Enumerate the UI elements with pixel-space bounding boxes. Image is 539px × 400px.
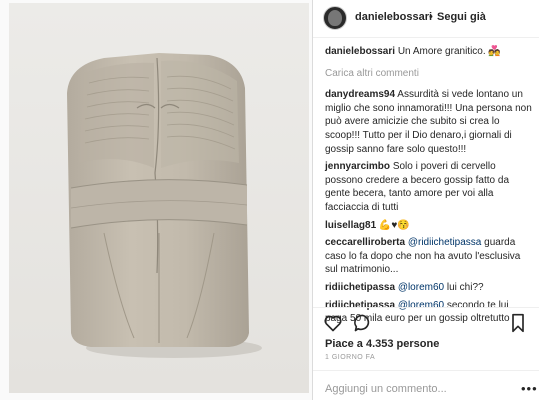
comment-item: ridiichetipassa @lorem60 lui chi?? <box>325 281 533 295</box>
comments-list: danielebossari Un Amore granitico. 💑 Car… <box>325 45 533 326</box>
comment-username[interactable]: luisellag81 <box>325 220 376 231</box>
comment-username[interactable]: ceccarelliroberta <box>325 237 405 248</box>
follow-button[interactable]: Segui già <box>437 11 486 23</box>
comment-mention[interactable]: @lorem60 <box>398 300 444 311</box>
sculpture-image <box>9 3 309 393</box>
post-header: danielebossari • Segui già <box>313 0 539 37</box>
comment-item: luisellag81 💪♥😚 <box>325 219 533 233</box>
comment-item: danydreams94 Assurdità si vede lontano u… <box>325 88 533 156</box>
heart-icon[interactable] <box>323 313 343 338</box>
header-username[interactable]: danielebossari <box>355 11 432 23</box>
comment-username[interactable]: ridiichetipassa <box>325 300 395 311</box>
add-comment-input[interactable]: Aggiungi un commento... <box>325 383 447 395</box>
options-icon[interactable]: ••• <box>521 381 538 396</box>
comment-item: ceccarelliroberta @ridiichetipassa guard… <box>325 236 533 277</box>
caption-text: Un Amore granitico. 💑 <box>397 46 501 57</box>
comment-username[interactable]: jennyarcimbo <box>325 161 390 172</box>
comment-text: lui chi?? <box>446 281 484 293</box>
caption-username[interactable]: danielebossari <box>325 46 395 57</box>
comment-mention[interactable]: @lorem60 <box>398 282 444 293</box>
load-more-comments[interactable]: Carica altri commenti <box>325 67 533 81</box>
header-separator: • <box>429 11 433 23</box>
comment-icon[interactable] <box>353 313 373 338</box>
avatar[interactable] <box>323 6 347 30</box>
comment-username[interactable]: ridiichetipassa <box>325 282 395 293</box>
caption: danielebossari Un Amore granitico. 💑 <box>325 45 533 59</box>
comment-box-divider <box>313 370 539 371</box>
post-actions <box>323 313 529 335</box>
post-timestamp: 1 GIORNO FA <box>325 354 376 361</box>
likes-count[interactable]: Piace a 4.353 persone <box>325 338 439 350</box>
post-photo[interactable] <box>9 3 309 393</box>
bookmark-icon[interactable] <box>509 313 527 338</box>
actions-divider <box>313 307 539 308</box>
comment-mention[interactable]: @ridiichetipassa <box>408 237 482 248</box>
comment-item: jennyarcimbo Solo i poveri di cervello p… <box>325 160 533 214</box>
comment-username[interactable]: danydreams94 <box>325 89 395 100</box>
post-sidebar: danielebossari • Segui già danielebossar… <box>313 0 539 400</box>
header-divider <box>313 37 539 38</box>
comment-text: 💪♥😚 <box>378 219 410 231</box>
